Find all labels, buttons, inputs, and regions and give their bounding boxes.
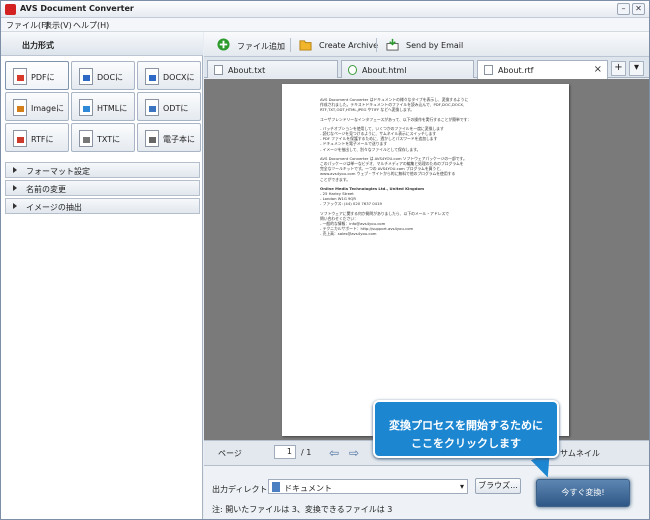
file-count-note: 注: 開いたファイルは 3、変換できるファイルは 3 (212, 505, 393, 514)
html-icon (79, 99, 93, 116)
document-text-line: - イメージを抽出して、別々なファイルとして保存します。 (320, 146, 421, 152)
menu-view[interactable]: 表示(V) (44, 20, 72, 31)
document-text-line: ことができます。 (320, 176, 350, 182)
tab-list-button[interactable]: ▾ (629, 61, 644, 76)
output-area: 出力ディレクトリ: ドキュメント ▾ ブラウズ... 注: 開いたファイルは 3… (204, 465, 649, 519)
document-viewer[interactable]: AVS Document Converter はドキュメントの様々なタイプを表示… (204, 79, 649, 440)
document-text-line: - ファックス: (44) 020 7637 0419 (320, 201, 382, 207)
rename-section[interactable]: 名前の変更 (5, 180, 200, 196)
format-pdf-button[interactable]: PDFに (5, 61, 69, 90)
document-text-line: - 売上高：sales@avs4you.com (320, 231, 377, 237)
thumbnails-label[interactable]: サムネイル (560, 448, 600, 459)
folder-icon (272, 482, 280, 492)
minimize-button[interactable]: – (617, 3, 630, 15)
docx-icon (145, 68, 159, 85)
txt-file-icon (214, 65, 223, 75)
format-rtf-button[interactable]: RTFに (5, 123, 69, 152)
prev-page-icon[interactable]: ⇦ (329, 446, 339, 460)
html-file-icon (348, 65, 357, 75)
document-page: AVS Document Converter はドキュメントの様々なタイプを表示… (282, 84, 569, 436)
next-page-icon[interactable]: ⇨ (349, 446, 359, 460)
format-image-button[interactable]: Imageに (5, 92, 69, 121)
menu-file[interactable]: ファイル(F) (6, 20, 49, 31)
expand-arrow-icon (13, 167, 17, 173)
document-text-line: ユーザフレンドリーなインタフェースがあって、以下の操作を実行することが簡単です： (320, 116, 472, 122)
format-settings-section[interactable]: フォーマット設定 (5, 162, 200, 178)
document-tabs: About.txt About.html About.rtf × + ▾ (204, 57, 649, 79)
close-button[interactable]: ✕ (632, 3, 645, 15)
convert-now-button[interactable]: 今すぐ変換! (536, 479, 630, 507)
toolbar-separator (376, 38, 377, 52)
image-icon (13, 99, 27, 116)
add-file-button[interactable]: ファイル追加 (217, 37, 297, 53)
folder-icon (299, 40, 312, 51)
ebook-icon (145, 130, 159, 147)
page-total: / 1 (301, 448, 312, 457)
doc-icon (79, 68, 93, 85)
page-label: ページ (218, 449, 242, 458)
format-html-button[interactable]: HTMLに (71, 92, 135, 121)
new-tab-button[interactable]: + (611, 61, 626, 76)
pdf-icon (13, 68, 27, 85)
rtf-icon (13, 130, 27, 147)
chevron-down-icon: ▾ (459, 482, 464, 491)
format-docx-button[interactable]: DOCXに (137, 61, 201, 90)
tab-about-txt[interactable]: About.txt (207, 60, 338, 78)
tab-about-rtf[interactable]: About.rtf × (477, 60, 608, 79)
tab-about-html[interactable]: About.html (341, 60, 474, 78)
output-dir-select[interactable]: ドキュメント ▾ (268, 479, 468, 494)
expand-arrow-icon (13, 185, 17, 191)
menu-bar: ファイル(F) 表示(V) ヘルプ(H) (1, 18, 649, 32)
format-odt-button[interactable]: ODTに (137, 92, 201, 121)
toolbar-separator (290, 38, 291, 52)
callout-line-2: ここをクリックします (411, 437, 521, 450)
extract-images-section[interactable]: イメージの抽出 (5, 198, 200, 214)
close-tab-icon[interactable]: × (594, 64, 602, 75)
callout-tooltip: 変換プロセスを開始するために ここをクリックします (373, 400, 559, 458)
send-email-button[interactable]: Send by Email (386, 37, 463, 53)
rtf-file-icon (484, 65, 493, 75)
output-format-panel: 出力形式 PDFに DOCに DOCXに Imageに HTMLに ODTに R… (1, 32, 203, 519)
format-ebook-button[interactable]: 電子本に (137, 123, 201, 152)
format-doc-button[interactable]: DOCに (71, 61, 135, 90)
window-title: AVS Document Converter (20, 4, 134, 13)
expand-arrow-icon (13, 203, 17, 209)
title-bar: AVS Document Converter – ✕ (1, 1, 649, 18)
document-text-line: RTF,TXT,ODT,HTML,JPEG やTIFF などへ変換します。 (320, 107, 415, 113)
menu-help[interactable]: ヘルプ(H) (73, 20, 109, 31)
add-icon (217, 38, 230, 51)
callout-line-1: 変換プロセスを開始するために (389, 419, 543, 432)
odt-icon (145, 99, 159, 116)
toolbar: ファイル追加 Create Archive Send by Email (204, 32, 649, 57)
txt-icon (79, 130, 93, 147)
email-icon (386, 38, 399, 51)
app-logo-icon (5, 4, 16, 15)
panel-header: 出力形式 (1, 32, 203, 56)
create-archive-button[interactable]: Create Archive (299, 37, 378, 53)
page-number-input[interactable]: 1 (274, 445, 296, 459)
format-txt-button[interactable]: TXTに (71, 123, 135, 152)
browse-button[interactable]: ブラウズ... (475, 478, 521, 494)
